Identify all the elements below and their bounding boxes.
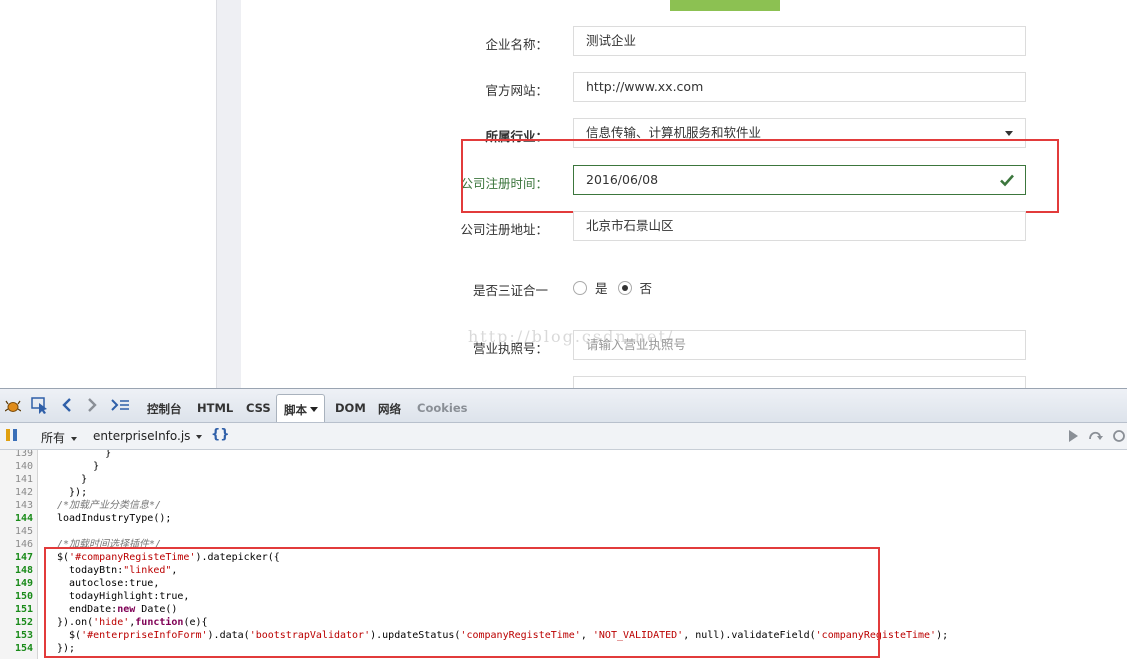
tab-script[interactable]: 脚本 xyxy=(276,394,325,422)
industry-select-value: 信息传输、计算机服务和软件业 xyxy=(586,125,762,140)
code-line: 145 xyxy=(0,525,1127,538)
highlight-box-register-time xyxy=(461,139,1059,213)
highlight-box-datepicker-code xyxy=(44,547,880,658)
radio-no-label: 否 xyxy=(639,281,653,296)
company-name-label: 企业名称： xyxy=(485,37,548,52)
radio-yes-label: 是 xyxy=(595,281,608,296)
code-line: 143 /*加载产业分类信息*/ xyxy=(0,499,1127,512)
three-in-one-radio-group: 是 否 xyxy=(573,278,662,297)
inspect-icon[interactable] xyxy=(31,397,49,415)
line-number[interactable]: 144 xyxy=(0,512,33,525)
register-address-label: 公司注册地址： xyxy=(460,222,548,237)
radio-no[interactable] xyxy=(617,280,632,295)
continue-icon[interactable] xyxy=(1067,429,1079,443)
code-text: }); xyxy=(57,487,88,498)
register-address-input[interactable]: 北京市石景山区 xyxy=(573,211,1026,241)
line-number[interactable]: 142 xyxy=(0,486,33,499)
pause-icon[interactable] xyxy=(5,428,19,442)
code-text: } xyxy=(57,450,112,459)
line-number[interactable]: 145 xyxy=(0,525,33,538)
forward-icon[interactable] xyxy=(86,397,98,413)
chevron-down-icon xyxy=(310,407,318,412)
line-number[interactable]: 148 xyxy=(0,564,33,577)
code-line: 142 }); xyxy=(0,486,1127,499)
tab-html[interactable]: HTML xyxy=(197,401,233,415)
partially-hidden-input[interactable] xyxy=(573,376,1026,388)
command-line-icon[interactable] xyxy=(110,397,130,413)
chevron-down-icon xyxy=(196,434,203,439)
script-file-dropdown[interactable]: enterpriseInfo.js xyxy=(93,429,203,443)
company-name-input[interactable]: 测试企业 xyxy=(573,26,1026,56)
pretty-print-button[interactable]: {} xyxy=(211,427,230,442)
code-line: 144 loadIndustryType(); xyxy=(0,512,1127,525)
code-line: 141 } xyxy=(0,473,1127,486)
firebug-toolbar: 控制台 HTML CSS 脚本 DOM 网络 Cookies xyxy=(0,389,1127,423)
line-number[interactable]: 139 xyxy=(0,450,33,460)
line-number[interactable]: 149 xyxy=(0,577,33,590)
tab-dom[interactable]: DOM xyxy=(335,401,366,415)
tab-console[interactable]: 控制台 xyxy=(147,401,182,417)
row-register-address: 公司注册地址： 北京市石景山区 xyxy=(420,211,1040,243)
step-over-icon[interactable] xyxy=(1088,429,1104,443)
website-label: 官方网站： xyxy=(485,83,548,98)
row-website: 官方网站： http://www.xx.com xyxy=(420,72,1040,104)
step-into-icon[interactable] xyxy=(1112,429,1127,443)
tab-css[interactable]: CSS xyxy=(246,401,271,415)
row-partially-hidden xyxy=(420,376,1040,388)
line-number[interactable]: 146 xyxy=(0,538,33,551)
firebug-panel: 控制台 HTML CSS 脚本 DOM 网络 Cookies 所有 enterp… xyxy=(0,388,1127,659)
website-input[interactable]: http://www.xx.com xyxy=(573,72,1026,102)
code-text: } xyxy=(57,461,100,472)
line-number[interactable]: 140 xyxy=(0,460,33,473)
submit-button[interactable] xyxy=(670,0,780,11)
web-page: 企业名称： 测试企业 官方网站： http://www.xx.com 所属行业：… xyxy=(0,0,1127,388)
line-number[interactable]: 141 xyxy=(0,473,33,486)
row-three-in-one: 是否三证合一 是 否 xyxy=(420,272,1040,304)
watermark: http://blog.csdn.net/ xyxy=(468,327,675,346)
line-number[interactable]: 143 xyxy=(0,499,33,512)
tab-script-label: 脚本 xyxy=(284,403,307,417)
code-text: loadIndustryType(); xyxy=(57,513,172,524)
script-subtoolbar: 所有 enterpriseInfo.js {} xyxy=(0,423,1127,450)
three-in-one-label: 是否三证合一 xyxy=(472,283,548,298)
line-number[interactable]: 153 xyxy=(0,629,33,642)
filter-all-dropdown[interactable]: 所有 xyxy=(41,429,78,446)
filter-all-label: 所有 xyxy=(41,431,66,445)
code-line: 140 } xyxy=(0,460,1127,473)
code-text: /*加载产业分类信息*/ xyxy=(57,500,162,511)
line-number[interactable]: 150 xyxy=(0,590,33,603)
line-number[interactable]: 152 xyxy=(0,616,33,629)
firebug-bug-icon[interactable] xyxy=(5,399,21,413)
script-file-name: enterpriseInfo.js xyxy=(93,429,191,443)
code-line: 139 } xyxy=(0,450,1127,460)
left-sidebar-strip xyxy=(216,0,241,388)
script-source-view[interactable]: 139 } 140 } 141 } 142 }); 143/*加载产业分类信息*/144… xyxy=(0,450,1127,659)
line-number[interactable]: 154 xyxy=(0,642,33,655)
radio-yes[interactable] xyxy=(573,280,587,295)
code-text: } xyxy=(57,474,88,485)
chevron-down-icon xyxy=(71,436,78,441)
tab-network[interactable]: 网络 xyxy=(378,401,401,417)
row-company-name: 企业名称： 测试企业 xyxy=(420,26,1040,58)
tab-cookies[interactable]: Cookies xyxy=(417,401,467,415)
chevron-down-icon xyxy=(1005,131,1013,136)
back-icon[interactable] xyxy=(61,397,73,413)
line-number[interactable]: 147 xyxy=(0,551,33,564)
line-number[interactable]: 151 xyxy=(0,603,33,616)
